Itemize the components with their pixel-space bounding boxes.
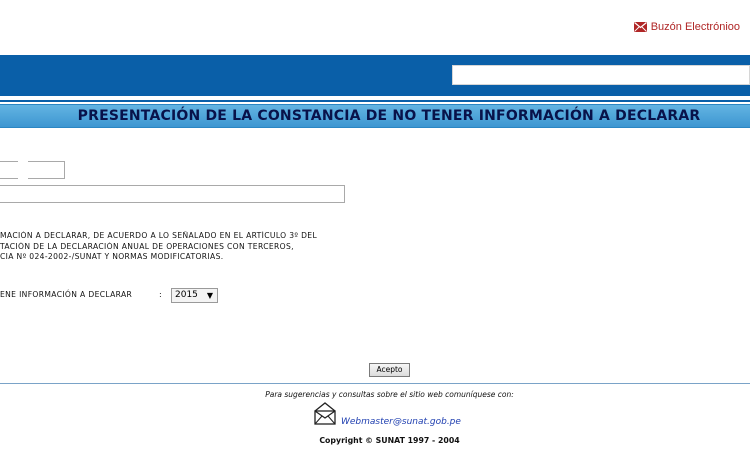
mail-icon: [633, 22, 647, 32]
envelope-icon: [312, 401, 338, 429]
top-bar-field[interactable]: [452, 65, 750, 85]
mailbox-link[interactable]: Buzón Electrónioo: [633, 21, 740, 33]
header-separator: [0, 100, 750, 102]
legal-notice: MACIÓN A DECLARAR, DE ACUERDO A LO SEÑAL…: [0, 231, 345, 263]
legal-line-2: TACIÓN DE LA DECLARACIÓN ANUAL DE OPERAC…: [0, 241, 294, 251]
mailbox-label: Buzón Electrónioo: [650, 21, 740, 33]
year-select[interactable]: 2015 ▼: [171, 288, 218, 303]
footer-note: Para sugerencias y consultas sobre el si…: [265, 390, 514, 399]
dropdown-arrow-icon: ▼: [206, 291, 213, 300]
title-bar: PRESENTACIÓN DE LA CONSTANCIA DE NO TENE…: [0, 104, 750, 128]
webmaster-email-link[interactable]: Webmaster@sunat.gob.pe: [341, 417, 461, 427]
footer-divider: [0, 383, 750, 384]
top-banner: [0, 55, 750, 96]
copyright: Copyright © SUNAT 1997 - 2004: [319, 436, 460, 445]
page-title: PRESENTACIÓN DE LA CONSTANCIA DE NO TENE…: [77, 108, 701, 124]
legal-line-3: CIA Nº 024-2002-/SUNAT Y NORMAS MODIFICA…: [0, 252, 224, 261]
field-gap: [18, 161, 28, 179]
legal-line-1: MACIÓN A DECLARAR, DE ACUERDO A LO SEÑAL…: [0, 231, 318, 240]
accept-button[interactable]: Acepto: [369, 363, 410, 377]
long-input-field[interactable]: [0, 185, 345, 203]
short-input-field[interactable]: [0, 161, 65, 179]
year-colon: :: [159, 290, 162, 299]
year-selected-value: 2015: [175, 290, 198, 300]
year-label: ENE INFORMACIÓN A DECLARAR: [0, 290, 133, 299]
